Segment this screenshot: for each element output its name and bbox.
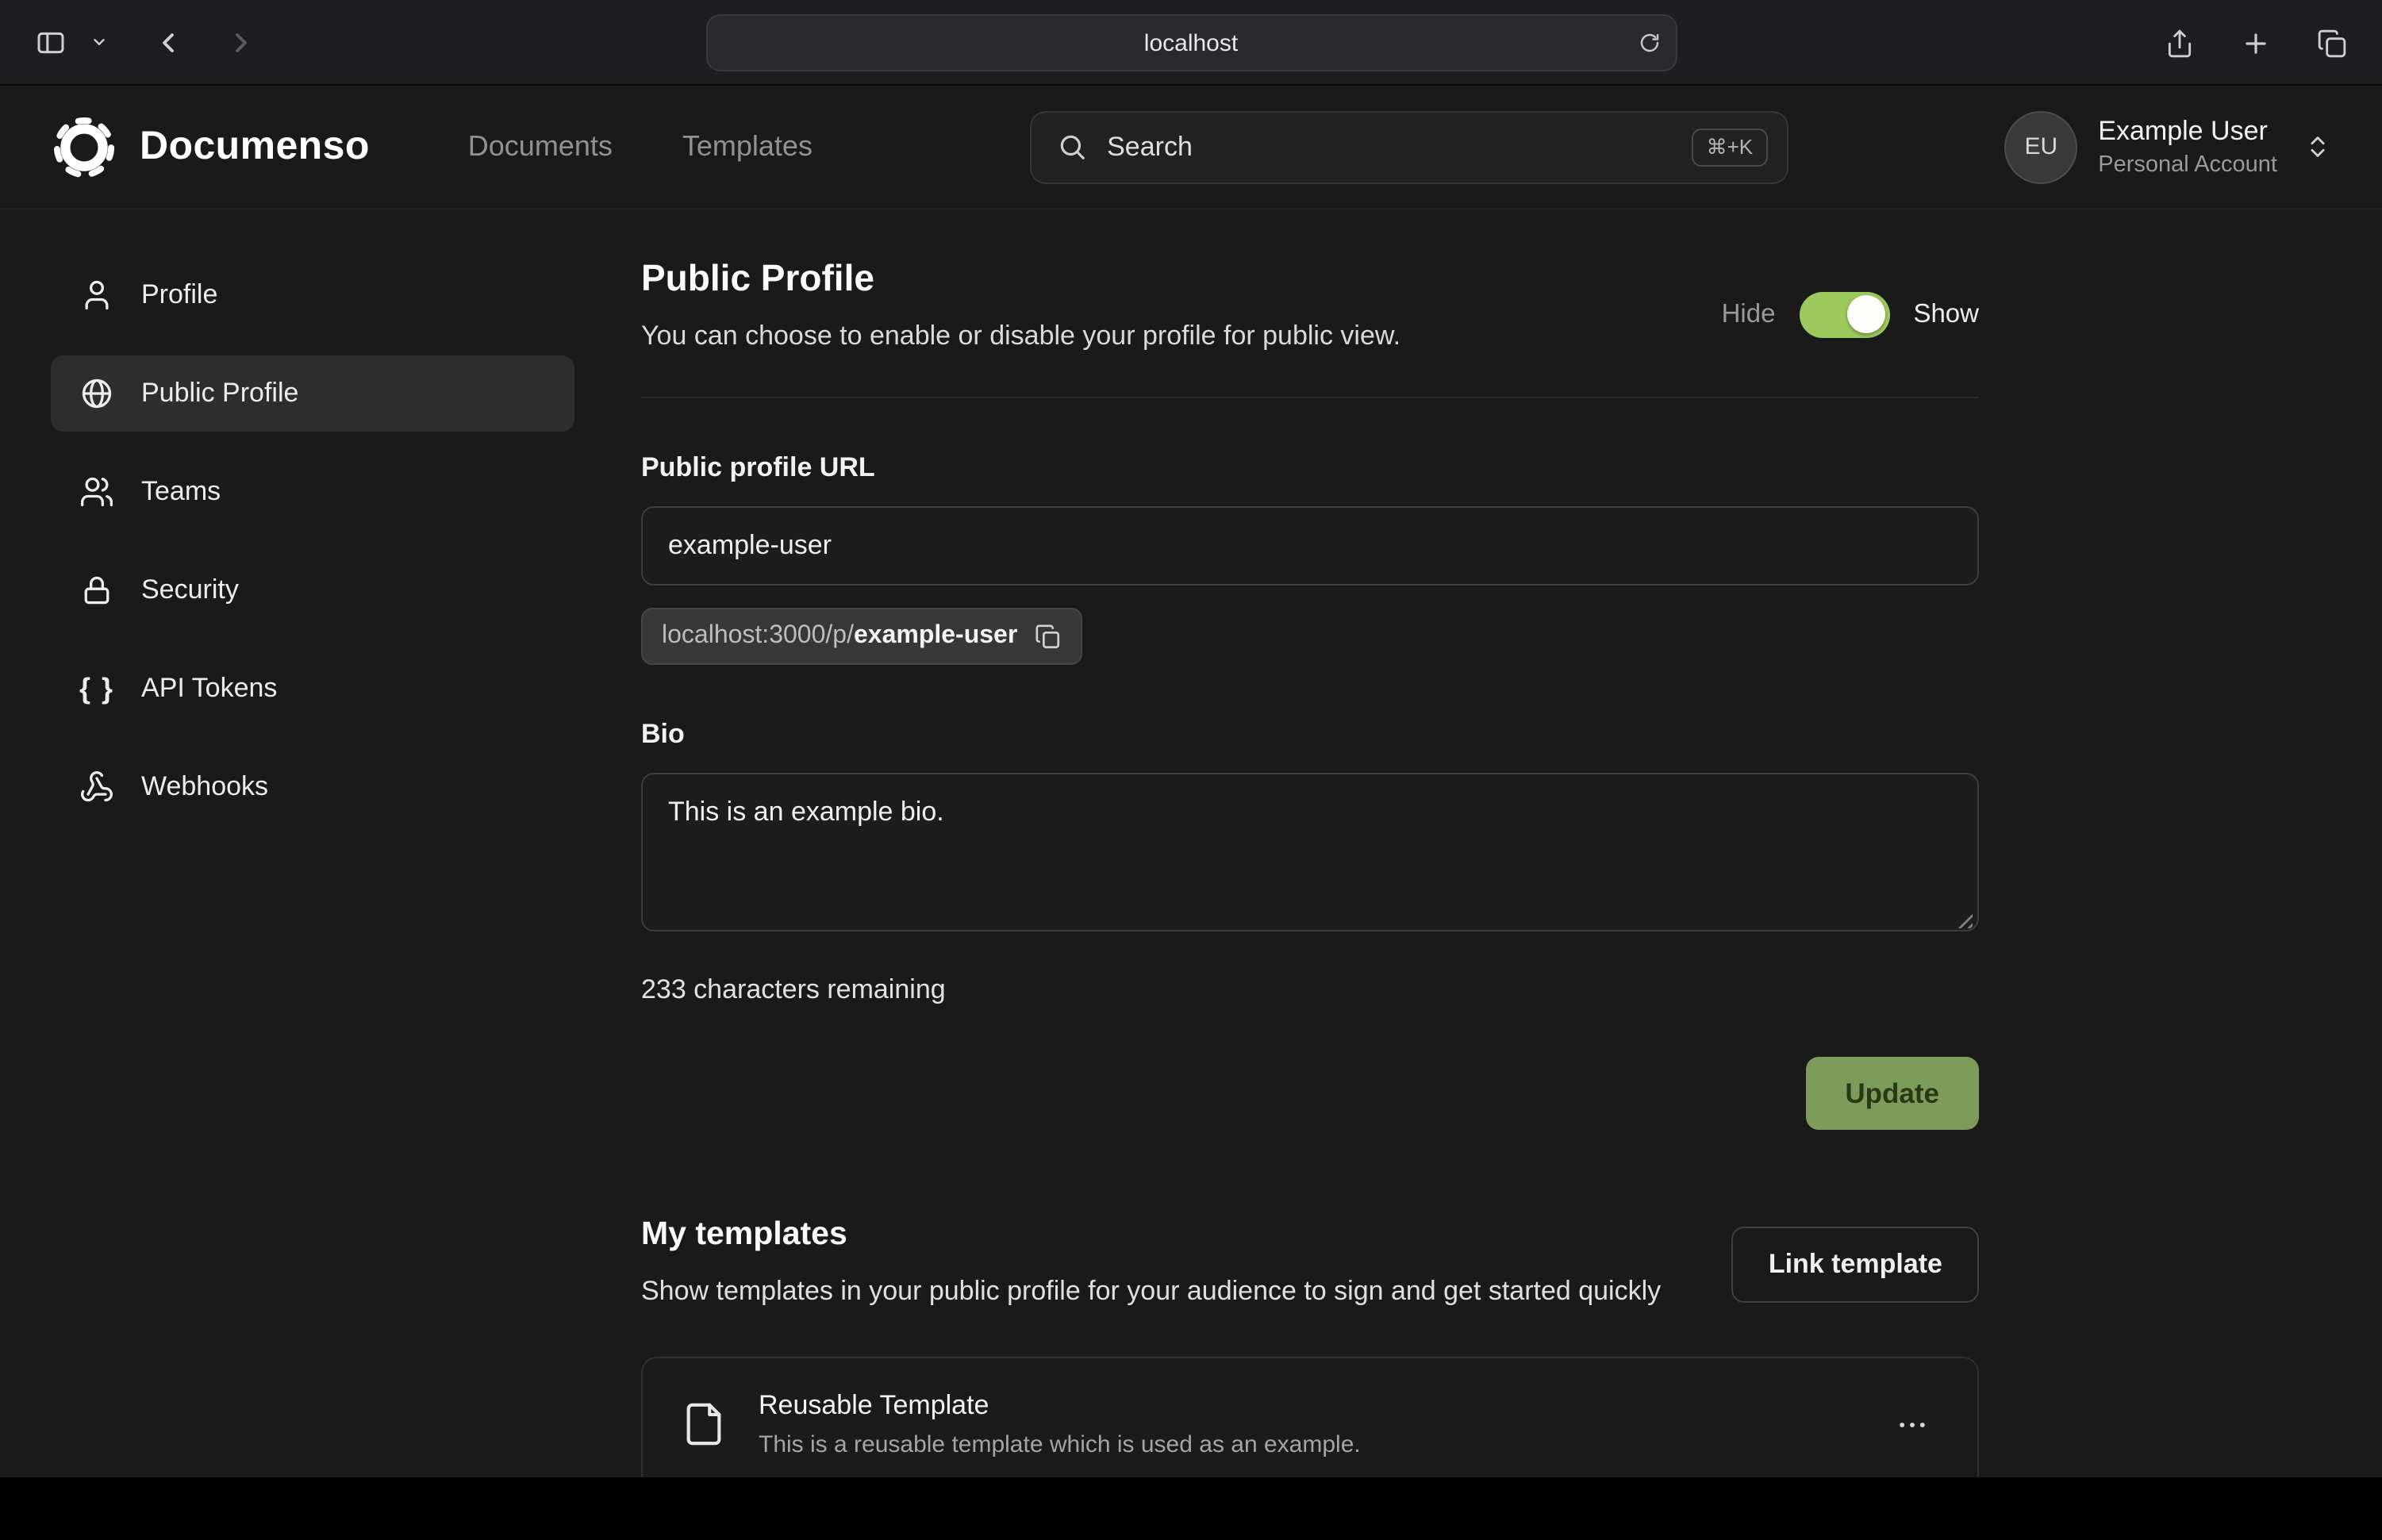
sidebar-item-security[interactable]: Security — [51, 552, 574, 628]
webhook-icon — [79, 770, 114, 805]
history-arrows — [143, 18, 267, 66]
top-nav: Documents Templates — [468, 130, 813, 163]
bio-textarea[interactable]: This is an example bio. — [641, 773, 1979, 931]
nav-templates[interactable]: Templates — [682, 130, 813, 163]
my-templates-description: Show templates in your public profile fo… — [641, 1271, 1669, 1313]
url-preview-prefix: localhost:3000/p/ — [662, 622, 854, 649]
public-profile-panel: Public Profile You can choose to enable … — [641, 257, 1979, 1492]
sidebar-item-teams[interactable]: Teams — [51, 454, 574, 530]
screen: localhost Documen — [0, 0, 2382, 1500]
new-tab-icon[interactable] — [2230, 19, 2280, 67]
search-shortcut-badge: ⌘+K — [1692, 128, 1768, 166]
forward-icon[interactable] — [216, 18, 267, 66]
visibility-control: Hide Show — [1722, 291, 1979, 337]
settings-page: Profile Public Profile Teams Security — [0, 209, 2382, 1540]
section-head: Public Profile You can choose to enable … — [641, 257, 1979, 352]
sidebar-item-label: Webhooks — [141, 771, 268, 803]
search-input[interactable]: Search ⌘+K — [1029, 110, 1788, 183]
documenso-logo-icon — [51, 113, 117, 180]
user-menu-button[interactable]: EU Example User Personal Account — [2004, 110, 2331, 183]
app-header: Documenso Documents Templates Search ⌘+K… — [0, 86, 2382, 209]
profile-url-preview: localhost:3000/p/example-user — [641, 608, 1082, 665]
profile-url-input[interactable] — [641, 506, 1979, 586]
bottom-strip — [0, 1477, 2382, 1500]
show-label: Show — [1913, 299, 1979, 329]
user-name: Example User — [2098, 116, 2277, 148]
nav-documents[interactable]: Documents — [468, 130, 613, 163]
user-icon — [79, 278, 114, 313]
address-bar[interactable]: localhost — [705, 14, 1677, 71]
back-icon[interactable] — [143, 18, 194, 66]
share-icon[interactable] — [2153, 19, 2204, 67]
sidebar-chevron-down-icon[interactable] — [86, 18, 111, 66]
sidebar-item-api-tokens[interactable]: { } API Tokens — [51, 651, 574, 727]
brand-logo-link[interactable]: Documenso — [51, 113, 370, 180]
braces-icon: { } — [79, 674, 114, 703]
sidebar-item-label: Security — [141, 574, 239, 606]
divider — [641, 397, 1979, 398]
my-templates-title: My templates — [641, 1215, 1669, 1254]
sidebar-item-label: Teams — [141, 476, 221, 508]
reload-icon[interactable] — [1637, 31, 1661, 55]
url-field-label: Public profile URL — [641, 452, 1979, 484]
chevrons-up-down-icon — [2304, 133, 2331, 160]
browser-left-controls — [25, 18, 267, 66]
url-preview-slug: example-user — [854, 622, 1017, 649]
copy-icon[interactable] — [1035, 623, 1062, 650]
sidebar-item-label: Profile — [141, 279, 217, 311]
avatar: EU — [2004, 110, 2077, 183]
file-icon — [681, 1399, 727, 1451]
visibility-toggle[interactable] — [1799, 291, 1889, 337]
my-templates-head: My templates Show templates in your publ… — [641, 1215, 1979, 1313]
template-description: This is a reusable template which is use… — [759, 1432, 1361, 1459]
link-template-button[interactable]: Link template — [1732, 1226, 1979, 1302]
sidebar-item-profile[interactable]: Profile — [51, 257, 574, 333]
user-account-type: Personal Account — [2098, 152, 2277, 178]
template-menu-button[interactable] — [1885, 1398, 1939, 1452]
sidebar-item-label: API Tokens — [141, 673, 277, 705]
sidebar-toggle-icon[interactable] — [25, 18, 76, 66]
toggle-thumb — [1846, 295, 1884, 333]
tab-overview-icon[interactable] — [2306, 19, 2357, 67]
globe-icon — [79, 376, 114, 411]
template-card: Reusable Template This is a reusable tem… — [641, 1358, 1979, 1492]
sidebar-item-label: Public Profile — [141, 378, 298, 409]
users-icon — [79, 474, 114, 509]
characters-remaining: 233 characters remaining — [641, 974, 1979, 1006]
sidebar-item-public-profile[interactable]: Public Profile — [51, 355, 574, 432]
template-name: Reusable Template — [759, 1391, 1361, 1423]
page-subtitle: You can choose to enable or disable your… — [641, 321, 1400, 352]
settings-sidebar: Profile Public Profile Teams Security — [51, 257, 574, 1492]
search-placeholder: Search — [1107, 131, 1692, 163]
lock-icon — [79, 573, 114, 608]
sidebar-item-webhooks[interactable]: Webhooks — [51, 749, 574, 825]
bio-field-label: Bio — [641, 719, 1979, 751]
page-title: Public Profile — [641, 257, 1400, 300]
address-bar-url: localhost — [1144, 29, 1238, 56]
browser-toolbar: localhost — [0, 0, 2382, 86]
hide-label: Hide — [1722, 299, 1776, 329]
brand-name: Documenso — [140, 124, 370, 170]
search-icon — [1056, 132, 1086, 162]
update-button[interactable]: Update — [1805, 1057, 1979, 1130]
browser-right-controls — [2153, 0, 2357, 86]
